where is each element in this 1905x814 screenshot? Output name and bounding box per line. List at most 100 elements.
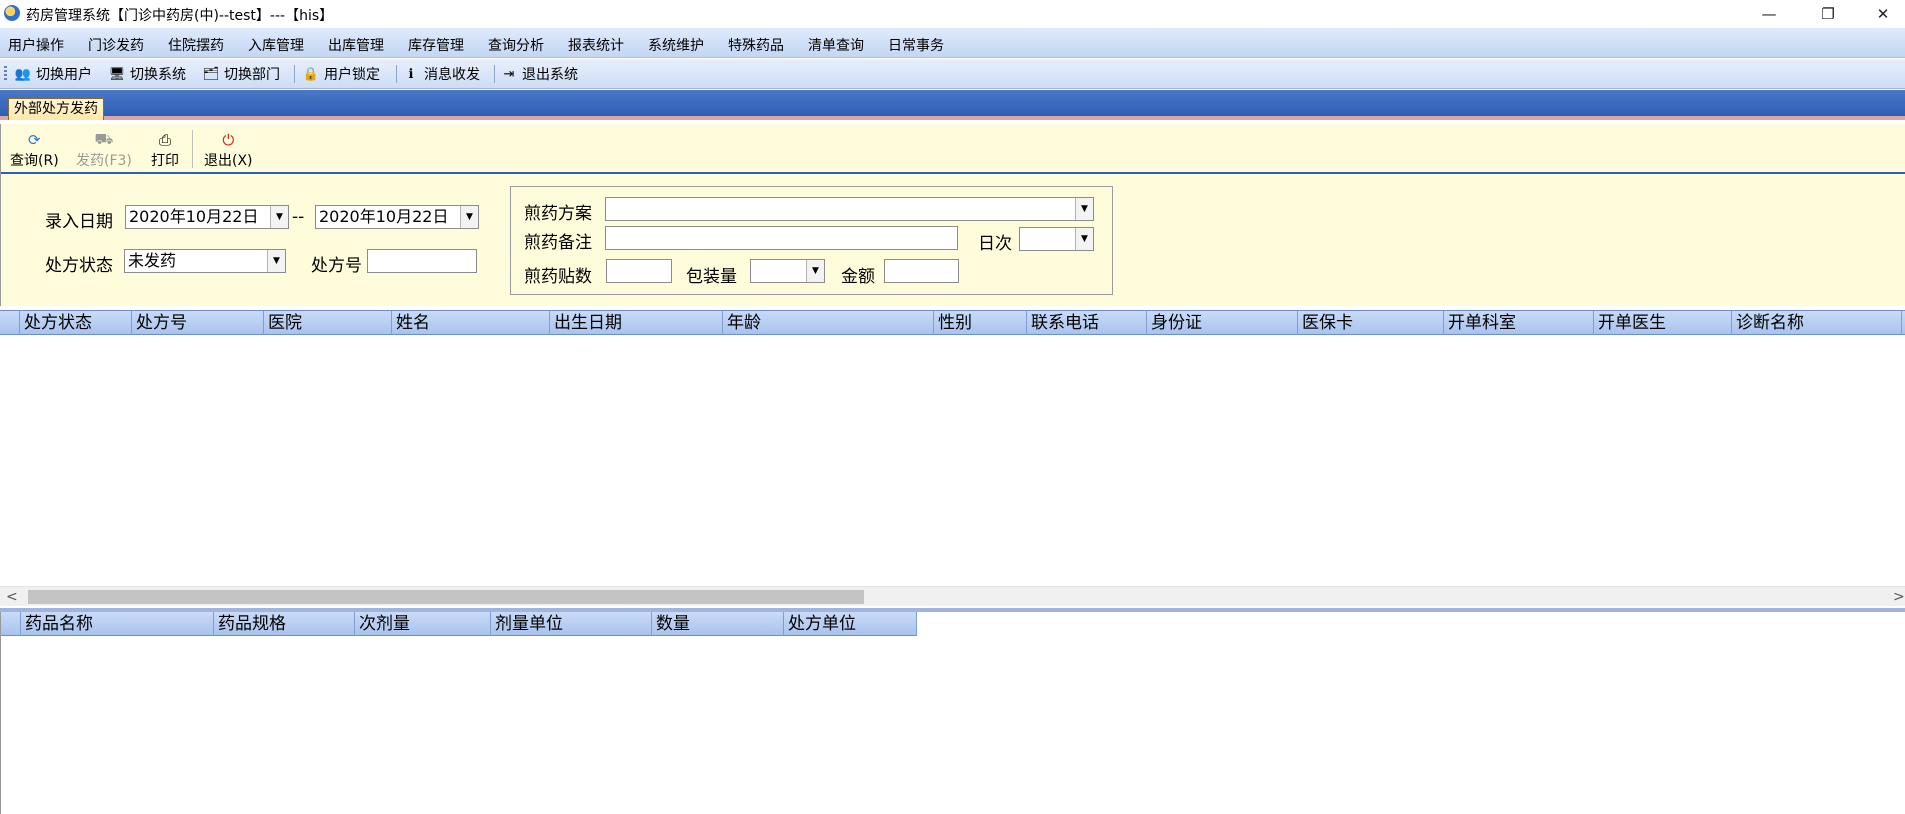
menu-outpatient-dispense[interactable]: 门诊发药: [88, 35, 144, 55]
rx-number-input[interactable]: [367, 249, 477, 273]
col-dose-unit[interactable]: 剂量单位: [491, 612, 652, 636]
decoction-scheme-select[interactable]: ▼: [605, 197, 1094, 221]
tab-external-prescription[interactable]: 外部处方发药: [8, 98, 104, 120]
menu-stock-out[interactable]: 出库管理: [328, 35, 384, 55]
switch-system-button[interactable]: 🖥 切换系统: [108, 64, 186, 84]
decoction-note-input[interactable]: [605, 226, 958, 250]
row-header-corner: [1, 612, 21, 636]
date-from-picker[interactable]: 2020年10月22日 ▼: [125, 205, 289, 229]
dispense-label: 发药(F3): [76, 153, 132, 169]
exit-system-button[interactable]: ⇥ 退出系统: [500, 64, 578, 84]
prescription-grid[interactable]: 处方状态 处方号 医院 姓名 出生日期 年龄 性别 联系电话 身份证 医保卡 开…: [0, 310, 1905, 608]
decoction-note-label: 煎药备注: [524, 233, 592, 253]
message-button[interactable]: ℹ 消息收发: [402, 64, 480, 84]
toolbar-separator: [494, 65, 495, 83]
col-birth-date[interactable]: 出生日期: [550, 311, 723, 335]
title-bar: 药房管理系统【门诊中药房(中)--test】---【his】 — ❐ ✕: [0, 0, 1905, 28]
chevron-down-icon[interactable]: ▼: [270, 206, 288, 228]
col-drug-name[interactable]: 药品名称: [21, 612, 214, 636]
col-insurance-card[interactable]: 医保卡: [1298, 311, 1444, 335]
menu-reports[interactable]: 报表统计: [568, 35, 624, 55]
menu-daily-affairs[interactable]: 日常事务: [888, 35, 944, 55]
status-value: 未发药: [128, 251, 177, 270]
info-message-icon: ℹ: [408, 66, 414, 82]
menu-inventory[interactable]: 库存管理: [408, 35, 464, 55]
action-bar-divider: [1, 172, 1905, 174]
switch-system-icon: 🖥: [108, 66, 126, 82]
switch-department-label: 切换部门: [224, 67, 280, 83]
menu-query-analysis[interactable]: 查询分析: [488, 35, 544, 55]
menu-inpatient-dispense[interactable]: 住院摆药: [168, 35, 224, 55]
package-label: 包装量: [686, 267, 737, 287]
scroll-right-icon[interactable]: >: [1893, 587, 1905, 607]
scroll-left-icon[interactable]: <: [6, 587, 18, 607]
col-hospital[interactable]: 医院: [264, 311, 392, 335]
date-from-value: 2020年10月22日: [129, 207, 259, 226]
switch-user-label: 切换用户: [36, 67, 92, 83]
exit-system-icon: ⇥: [503, 66, 515, 82]
amount-input[interactable]: [884, 259, 959, 283]
restore-button[interactable]: ❐: [1805, 0, 1851, 28]
chevron-down-icon[interactable]: ▼: [460, 206, 478, 228]
menu-stock-in[interactable]: 入库管理: [248, 35, 304, 55]
col-rx-status[interactable]: 处方状态: [20, 311, 132, 335]
switch-user-icon: 👥: [14, 66, 32, 82]
col-department[interactable]: 开单科室: [1444, 311, 1594, 335]
status-select[interactable]: 未发药 ▼: [124, 249, 286, 273]
horizontal-scrollbar[interactable]: < >: [0, 586, 1905, 606]
user-lock-icon: 🔒: [302, 66, 320, 82]
dispense-button[interactable]: ⛟ 发药(F3): [76, 130, 132, 170]
chevron-down-icon[interactable]: ▼: [1075, 228, 1093, 250]
menu-user-operation[interactable]: 用户操作: [8, 35, 64, 55]
toolbar-grip[interactable]: [4, 66, 7, 82]
package-select[interactable]: ▼: [750, 259, 825, 283]
col-name[interactable]: 姓名: [392, 311, 550, 335]
chevron-down-icon[interactable]: ▼: [1075, 198, 1093, 220]
query-button[interactable]: ⟳ 查询(R): [10, 130, 59, 170]
menu-bar: 用户操作 门诊发药 住院摆药 入库管理 出库管理 库存管理 查询分析 报表统计 …: [0, 28, 1905, 58]
chevron-down-icon[interactable]: ▼: [267, 250, 285, 272]
power-icon: ⏻: [222, 131, 235, 149]
user-lock-button[interactable]: 🔒 用户锁定: [302, 64, 380, 84]
toolbar-separator: [294, 65, 295, 83]
date-separator: --: [292, 207, 305, 227]
col-doctor[interactable]: 开单医生: [1594, 311, 1732, 335]
exit-button[interactable]: ⏻ 退出(X): [204, 130, 253, 170]
date-to-picker[interactable]: 2020年10月22日 ▼: [315, 205, 479, 229]
col-age[interactable]: 年龄: [723, 311, 934, 335]
col-rx-number[interactable]: 处方号: [132, 311, 264, 335]
col-phone[interactable]: 联系电话: [1027, 311, 1147, 335]
switch-department-button[interactable]: 🗂 切换部门: [202, 64, 280, 84]
daily-count-label: 日次: [978, 234, 1012, 254]
col-rx-unit[interactable]: 处方单位: [784, 612, 917, 636]
exit-system-label: 退出系统: [522, 67, 578, 83]
date-to-value: 2020年10月22日: [319, 207, 449, 226]
menu-special-drugs[interactable]: 特殊药品: [728, 35, 784, 55]
message-label: 消息收发: [424, 67, 480, 83]
switch-user-button[interactable]: 👥 切换用户: [14, 64, 92, 84]
drug-detail-grid[interactable]: 药品名称 药品规格 次剂量 剂量单位 数量 处方单位: [0, 612, 1905, 814]
menu-system-maintenance[interactable]: 系统维护: [648, 35, 704, 55]
chevron-down-icon[interactable]: ▼: [806, 260, 824, 282]
col-dose[interactable]: 次剂量: [355, 612, 491, 636]
col-diagnosis[interactable]: 诊断名称: [1732, 311, 1902, 335]
col-quantity[interactable]: 数量: [652, 612, 784, 636]
prescription-grid-header: 处方状态 处方号 医院 姓名 出生日期 年龄 性别 联系电话 身份证 医保卡 开…: [0, 311, 1905, 335]
scroll-thumb[interactable]: [28, 590, 864, 604]
status-label: 处方状态: [45, 256, 113, 276]
print-button[interactable]: ⎙ 打印: [151, 130, 179, 170]
drug-detail-grid-header: 药品名称 药品规格 次剂量 剂量单位 数量 处方单位: [1, 612, 917, 636]
col-gender[interactable]: 性别: [934, 311, 1027, 335]
col-drug-spec[interactable]: 药品规格: [214, 612, 355, 636]
tab-strip: 外部处方发药: [0, 90, 1905, 120]
close-button[interactable]: ✕: [1860, 0, 1905, 28]
decoction-doses-input[interactable]: [606, 259, 672, 283]
decoction-doses-label: 煎药贴数: [524, 267, 592, 287]
minimize-button[interactable]: —: [1746, 0, 1792, 28]
entry-date-label: 录入日期: [45, 212, 113, 232]
menu-list-query[interactable]: 清单查询: [808, 35, 864, 55]
daily-count-select[interactable]: ▼: [1019, 227, 1094, 251]
refresh-icon: ⟳: [28, 131, 41, 149]
window-title: 药房管理系统【门诊中药房(中)--test】---【his】: [26, 8, 334, 24]
col-id-card[interactable]: 身份证: [1147, 311, 1298, 335]
